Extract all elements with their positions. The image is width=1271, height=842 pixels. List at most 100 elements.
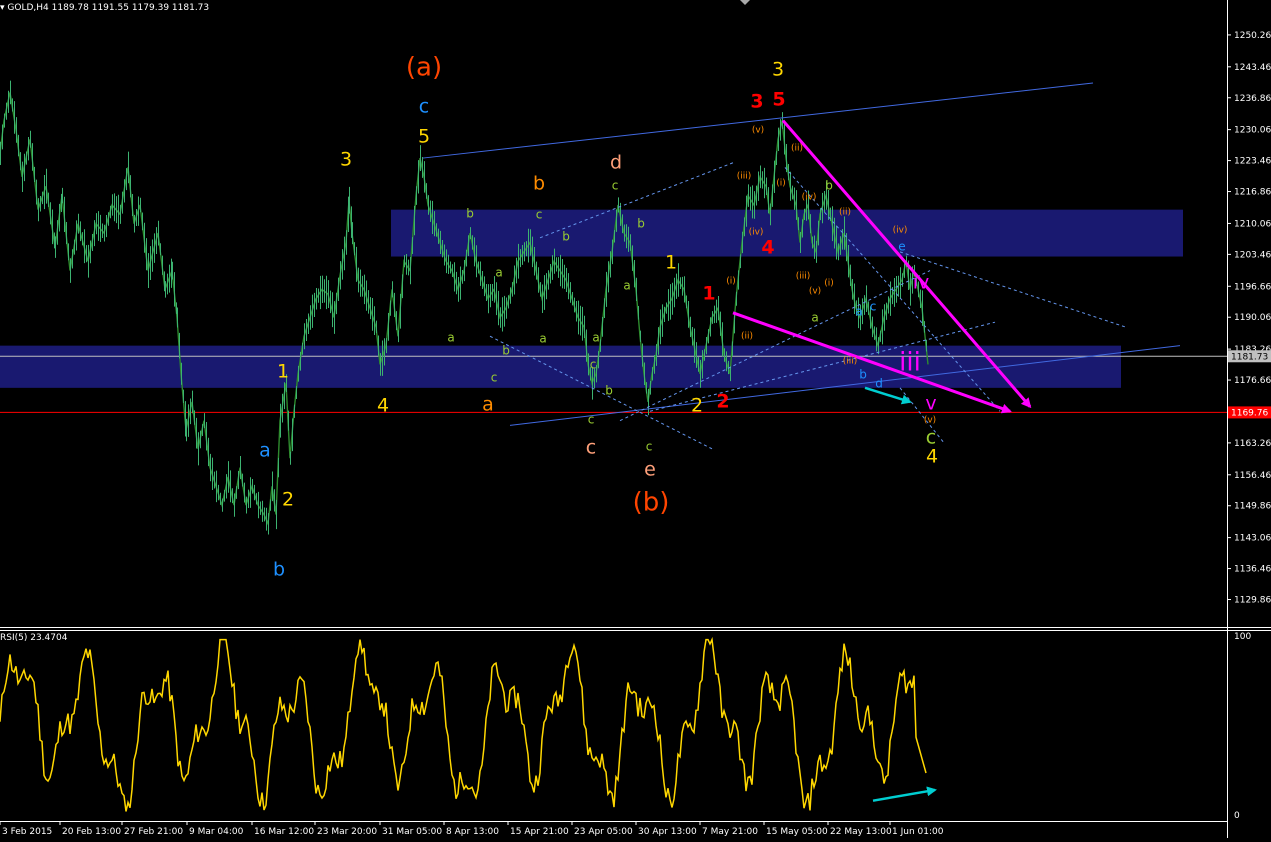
price-tick-label: 1143.06 [1234,534,1271,544]
price-tick-label: 1190.06 [1234,313,1271,323]
wave-label: 4 [761,237,774,259]
time-tick-label: 9 Mar 04:00 [189,827,244,837]
subwave-label: b [637,217,645,231]
close-value: 1181.73 [171,3,210,13]
time-tick-label: 23 Apr 05:00 [574,827,633,837]
subwave-label: (iv) [802,193,817,203]
subwave-label: e [898,240,905,254]
subwave-label: c [536,208,543,222]
subwave-label: (v) [809,287,821,297]
symbol-label: GOLD,H4 [7,3,49,13]
wave-label: 3 [340,149,352,171]
scroll-marker-icon [740,0,750,5]
current-price-label: 1181.73 [1231,352,1268,362]
wave-label: iv [913,272,930,294]
wave-label: b [533,173,545,195]
time-tick-label: 1 Jun 01:00 [892,827,944,837]
red-level-label: 1169.76 [1231,408,1268,418]
price-line [0,92,929,527]
subwave-label: c [588,413,595,427]
price-tick-label: 1250.26 [1234,31,1271,41]
chart-window: (a) c 5 3 1 a 2 b 4 b a d c e (b) 3 3 5 1 2 4 1 2 iv iii v c 4 b c b a a… [0,0,1271,838]
time-tick-label: 15 Apr 21:00 [510,827,569,837]
dashed-line-5 [899,387,946,445]
price-tick-label: 1236.86 [1234,94,1271,104]
price-chart-svg: (a)c531a2b4badce(b)33 512412iviiivc4b cbaa… [0,0,1271,838]
subwave-label: a [855,305,862,319]
wave-label: 5 [418,126,430,148]
price-tick-label: 1203.46 [1234,250,1271,260]
wave-label: 1 [702,283,715,305]
subwave-label: b [605,384,613,398]
wave-label: d [610,152,622,174]
time-tick-label: 15 May 05:00 [766,827,828,837]
wave-label: (b) [633,488,670,518]
time-tick-label: 27 Feb 21:00 [124,827,183,837]
subwave-label: c [590,358,597,372]
price-tick-label: 1210.06 [1234,219,1271,229]
wave-label: iii [899,348,921,378]
price-tick-label: 1243.46 [1234,63,1271,73]
time-tick-label: 3 Feb 2015 [2,827,52,837]
time-tick-label: 31 Mar 05:00 [382,827,442,837]
price-tick-label: 1163.26 [1234,439,1271,449]
rsi-tick-label: 0 [1234,811,1240,821]
price-tick-label: 1223.46 [1234,157,1271,167]
subwave-label: (v) [924,416,936,426]
cyan-arrow-rsi [872,786,937,802]
subwave-label: (iii) [843,357,858,367]
cyan-arrow-price [864,386,912,405]
time-tick-label: 8 Apr 13:00 [446,827,499,837]
ohlc-header: ▾ GOLD,H4 1189.78 1191.55 1179.39 1181.7… [0,3,209,13]
support-band [0,345,1121,388]
subwave-label: d [875,377,883,391]
subwave-label: (i) [726,277,736,287]
rsi-tick-label: 100 [1234,632,1251,642]
subwave-label: a [592,331,599,345]
subwave-label: a [539,332,546,346]
wave-label: 2 [282,489,294,511]
rsi-line [0,636,927,812]
wave-label: 1 [665,252,677,274]
dashed-line-3 [899,251,1126,328]
wave-label: 4 [926,446,938,468]
subwave-label: (ii) [791,144,803,154]
price-tick-label: 1216.86 [1234,188,1271,198]
price-tick-label: 1196.66 [1234,282,1271,292]
wave-label: a [259,440,271,462]
subwave-label: a [623,279,630,293]
wave-label: 3 [772,59,784,81]
subwave-label: b [859,368,867,382]
time-tick-label: 22 May 13:00 [830,827,892,837]
subwave-label: c [612,179,619,193]
chart-menu-triangle-icon[interactable]: ▾ [0,3,5,13]
price-tick-label: 1129.86 [1234,596,1271,606]
wave-label: 2 [691,395,703,417]
rsi-header: RSI(5) 23.4704 [0,633,68,643]
subwave-label: a [447,331,454,345]
subwave-label: (i) [776,179,786,189]
price-tick-label: 1136.46 [1234,565,1271,575]
time-tick-label: 20 Feb 13:00 [62,827,121,837]
time-tick-label: 30 Apr 13:00 [638,827,697,837]
subwave-label: (iii) [796,272,811,282]
wave-label: e [644,459,656,481]
time-tick-label: 7 May 21:00 [702,827,758,837]
wave-label: 2 [716,391,729,413]
subwave-label: c [646,440,653,454]
price-tick-label: 1156.46 [1234,471,1271,481]
wave-label: 1 [277,361,289,383]
wave-label: b [273,559,285,581]
wave-label: c [419,96,429,118]
price-tick-label: 1149.86 [1234,502,1271,512]
subwave-label: c [491,371,498,385]
wave-label: 3 [750,91,763,113]
low-value: 1179.39 [131,3,170,13]
subwave-label: (iv) [749,228,764,238]
subwave-label: b [466,207,474,221]
subwave-label: (ii) [741,332,753,342]
subwave-label: (v) [752,126,764,136]
subwave-label: c [870,300,877,314]
high-value: 1191.55 [91,3,129,13]
wave-label: v [925,393,936,415]
